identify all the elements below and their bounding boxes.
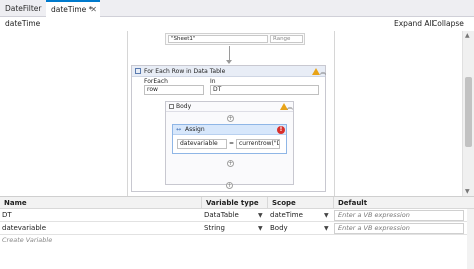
for-each-icon xyxy=(135,68,141,74)
scrollbar-thumb[interactable] xyxy=(465,77,472,147)
scroll-down-icon[interactable]: ▼ xyxy=(465,188,470,195)
designer-canvas: "Sheet1" Range For Each Row in Data Tabl… xyxy=(0,31,462,196)
sequence-icon xyxy=(169,104,174,109)
variables-panel: Name Variable type Scope Default DT Data… xyxy=(0,196,474,269)
column-header-scope[interactable]: Scope xyxy=(268,197,334,209)
scroll-up-icon[interactable]: ▲ xyxy=(465,32,470,39)
activity-title: Assign xyxy=(185,126,205,133)
add-activity-icon[interactable]: + xyxy=(227,115,234,122)
column-header-name[interactable]: Name xyxy=(0,197,202,209)
variable-name[interactable]: DT xyxy=(0,209,200,222)
designer-scrollbar[interactable]: ▲ ▼ xyxy=(462,31,474,196)
activity-header: ↔ Assign ! xyxy=(173,125,286,135)
range-field[interactable]: Range xyxy=(270,35,303,43)
variable-row[interactable]: datevariable String ▼ Body ▼ Enter a VB … xyxy=(0,222,474,235)
create-variable-link[interactable]: Create Variable xyxy=(2,236,52,244)
variable-type[interactable]: String xyxy=(202,222,262,235)
dropdown-arrow-icon[interactable]: ▼ xyxy=(258,222,263,235)
variable-scope[interactable]: Body xyxy=(268,222,328,235)
tab-datefilter[interactable]: DateFilter xyxy=(0,0,45,17)
variable-type[interactable]: DataTable xyxy=(202,209,262,222)
error-icon[interactable]: ! xyxy=(277,126,285,134)
tab-label: DateFilter xyxy=(5,4,42,13)
activity-title: For Each Row in Data Table xyxy=(144,68,226,75)
document-tab-strip: DateFilter dateTime * ✕ xyxy=(0,0,474,17)
variable-default-field[interactable]: Enter a VB expression xyxy=(334,223,464,234)
breadcrumb[interactable]: dateTime xyxy=(5,17,40,31)
variables-scrollbar[interactable] xyxy=(467,209,474,269)
warning-icon[interactable] xyxy=(312,68,320,75)
collapse-chevron-icon[interactable]: ︽ xyxy=(287,102,293,111)
in-datatable-field[interactable]: DT xyxy=(210,85,319,95)
column-header-default[interactable]: Default xyxy=(334,197,467,209)
variable-row[interactable]: DT DataTable ▼ dateTime ▼ Enter a VB exp… xyxy=(0,209,474,222)
designer-toolbar: dateTime Expand All Collapse All xyxy=(0,17,474,42)
collapse-chevron-icon[interactable]: ︽ xyxy=(320,67,326,76)
assign-activity[interactable]: ↔ Assign ! datevariable = currentrow("Da xyxy=(172,124,287,154)
variable-default-field[interactable]: Enter a VB expression xyxy=(334,210,464,221)
dropdown-arrow-icon[interactable]: ▼ xyxy=(324,222,329,235)
tab-label: dateTime * xyxy=(51,5,93,14)
column-header-type[interactable]: Variable type xyxy=(202,197,268,209)
assign-icon: ↔ xyxy=(176,126,182,133)
body-sequence[interactable]: Body ︽ + ↔ Assign ! datevariable = curre… xyxy=(165,101,294,185)
expand-all-button[interactable]: Expand All xyxy=(394,17,434,31)
for-each-row-activity[interactable]: For Each Row in Data Table ︽ ForEach row… xyxy=(131,65,326,192)
in-label: In xyxy=(210,78,216,85)
body-title: Body xyxy=(176,103,192,110)
arrow-down-icon xyxy=(226,60,232,64)
read-range-activity[interactable]: "Sheet1" Range xyxy=(165,33,305,45)
variable-scope[interactable]: dateTime xyxy=(268,209,328,222)
body-header: Body ︽ xyxy=(166,102,293,112)
close-icon[interactable]: ✕ xyxy=(90,2,97,17)
equals-sign: = xyxy=(229,140,235,147)
add-activity-icon[interactable]: + xyxy=(226,182,233,189)
activity-header: For Each Row in Data Table ︽ xyxy=(132,66,326,77)
dropdown-arrow-icon[interactable]: ▼ xyxy=(258,209,263,222)
tab-datetime[interactable]: dateTime * ✕ xyxy=(46,0,100,17)
add-activity-icon[interactable]: + xyxy=(227,160,234,167)
foreach-label: ForEach xyxy=(144,78,168,85)
variables-header-row: Name Variable type Scope Default xyxy=(0,197,474,209)
assign-value-field[interactable]: currentrow("Da xyxy=(236,139,280,149)
assign-to-field[interactable]: datevariable xyxy=(177,139,227,149)
variable-name[interactable]: datevariable xyxy=(0,222,200,235)
foreach-variable-field[interactable]: row xyxy=(144,85,204,95)
dropdown-arrow-icon[interactable]: ▼ xyxy=(324,209,329,222)
sheet-name-field[interactable]: "Sheet1" xyxy=(168,35,268,43)
